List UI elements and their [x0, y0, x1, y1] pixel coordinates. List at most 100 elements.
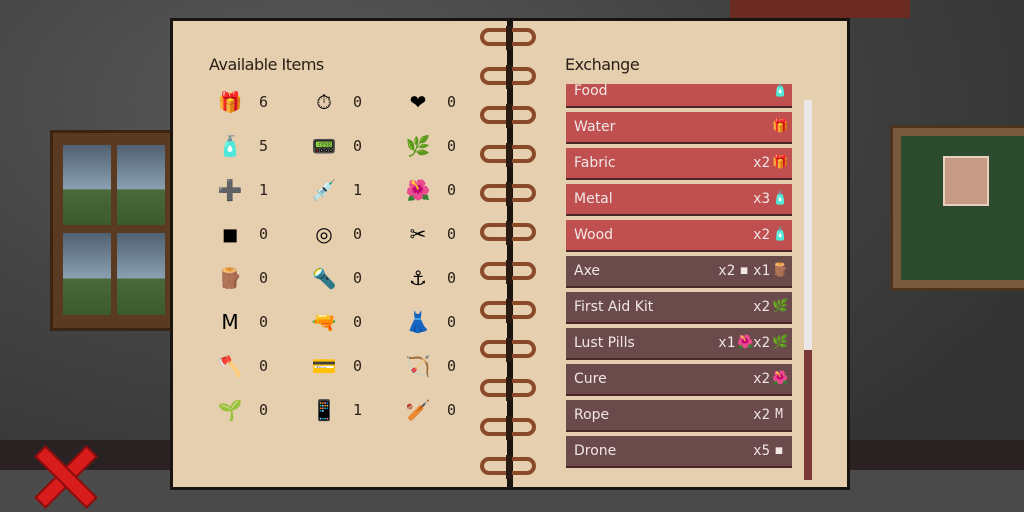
syringe-icon: 💉: [311, 178, 337, 202]
inventory-item[interactable]: M0: [215, 305, 295, 339]
exchange-item-name: Cure: [574, 371, 607, 387]
dress-icon: 👗: [405, 310, 431, 334]
wood-log-icon: 🪵: [772, 263, 789, 278]
exchange-item-name: Axe: [574, 263, 601, 279]
exchange-row-water[interactable]: Water 🎁: [566, 112, 792, 144]
water-bottle-icon: 🧴: [772, 227, 789, 242]
exchange-requirements: 🎁: [772, 119, 788, 135]
exchange-requirements: x2 🎁: [753, 155, 788, 171]
item-count: 0: [259, 269, 269, 287]
inventory-item[interactable]: 💳 0: [309, 349, 389, 383]
exchange-row-food[interactable]: Food 🧴: [566, 84, 792, 108]
item-count: 0: [353, 313, 363, 331]
scrollbar-thumb[interactable]: [804, 100, 812, 350]
requirement-qty: x3: [753, 191, 770, 207]
green-herb-icon: 🌿: [405, 134, 431, 158]
inventory-item[interactable]: 📟 0: [309, 129, 389, 163]
inventory-item[interactable]: 🪓 0: [215, 349, 295, 383]
inventory-page: Available Items 🎁 6 ⏱ 0 ❤ 0 🧴 5 📟 0 🌿 0 ➕ 1 💉 1 🌺 0 ◼ 0 ◎ 0 ✂ 0…: [170, 18, 510, 490]
exchange-heading: Exchange: [565, 55, 640, 74]
bow-icon: 🏹: [405, 354, 431, 378]
requirement-qty: x2: [718, 263, 736, 279]
requirement-qty: x5: [753, 443, 770, 459]
inventory-item[interactable]: 🌿 0: [403, 129, 483, 163]
metal-icon: ◼: [740, 263, 749, 278]
inventory-item[interactable]: 🌺 0: [403, 173, 483, 207]
spiral-ring: [480, 104, 536, 128]
exchange-item-name: Wood: [574, 227, 614, 243]
exchange-row-fabric[interactable]: Fabric x2 🎁: [566, 148, 792, 180]
inventory-item[interactable]: 🔦 0: [309, 261, 389, 295]
item-count: 0: [259, 313, 269, 331]
item-count: 1: [259, 181, 269, 199]
first-aid-kit-icon: ➕: [217, 178, 243, 202]
item-count: 0: [447, 181, 457, 199]
flashlight-icon: 🔦: [311, 266, 337, 290]
inventory-item[interactable]: 🏹 0: [403, 349, 483, 383]
water-bottle-icon: 🧴: [772, 191, 789, 206]
exchange-row-lust-pills[interactable]: Lust Pills x1 🌺 x2 🌿: [566, 328, 792, 360]
inventory-item[interactable]: 👗 0: [403, 305, 483, 339]
inventory-item[interactable]: ◎ 0: [309, 217, 389, 251]
card-icon: 💳: [311, 354, 337, 378]
inventory-item[interactable]: ⏱ 0: [309, 85, 389, 119]
exchange-item-name: Rope: [574, 407, 610, 423]
inventory-item[interactable]: 🪵 0: [215, 261, 295, 295]
green-herb-icon: 🌿: [772, 335, 789, 350]
inventory-item[interactable]: ◼ 0: [215, 217, 295, 251]
inventory-item[interactable]: 🏏 0: [403, 393, 483, 427]
spiral-ring: [480, 182, 536, 206]
axe-icon: 🪓: [217, 354, 243, 378]
inventory-item[interactable]: 📱 1: [309, 393, 389, 427]
close-button[interactable]: [28, 444, 98, 504]
water-bottle-icon: 🧴: [217, 134, 243, 158]
inventory-item[interactable]: ⚓ 0: [403, 261, 483, 295]
spiral-ring: [480, 65, 536, 89]
spiral-ring: [480, 221, 536, 245]
exchange-row-rope[interactable]: Rope x2 M: [566, 400, 792, 432]
exchange-row-axe[interactable]: Axe x2 ◼ x1 🪵: [566, 256, 792, 288]
requirement-qty: x2: [753, 335, 770, 351]
spiral-ring: [480, 416, 536, 440]
notebook-spiral: [478, 18, 542, 490]
exchange-requirements: x2 🧴: [753, 227, 789, 243]
item-count: 0: [447, 313, 457, 331]
inventory-item[interactable]: ❤ 0: [403, 85, 483, 119]
inventory-item[interactable]: ✂ 0: [403, 217, 483, 251]
item-count: 0: [447, 357, 457, 375]
inventory-item[interactable]: 🎁 6: [215, 85, 295, 119]
notebook: Available Items 🎁 6 ⏱ 0 ❤ 0 🧴 5 📟 0 🌿 0 ➕ 1 💉 1 🌺 0 ◼ 0 ◎ 0 ✂ 0…: [170, 18, 850, 490]
requirement-qty: x1: [753, 263, 770, 279]
item-count: 0: [447, 93, 457, 111]
exchange-item-name: Fabric: [574, 155, 616, 171]
exchange-scrollbar[interactable]: [804, 100, 812, 480]
pistol-icon: 🔫: [311, 310, 337, 334]
exchange-row-metal[interactable]: Metal x3 🧴: [566, 184, 792, 216]
item-count: 5: [259, 137, 269, 155]
metal-icon: ◼: [221, 222, 239, 246]
exchange-row-drone[interactable]: Drone x5 ◼: [566, 436, 792, 468]
device-icon: 📟: [311, 134, 337, 158]
inventory-item[interactable]: ➕ 1: [215, 173, 295, 207]
phone-icon: 📱: [311, 398, 337, 422]
item-count: 0: [353, 269, 363, 287]
exchange-requirements: x2 🌿: [753, 299, 789, 315]
item-count: 1: [353, 181, 363, 199]
exchange-requirements: x5 ◼: [753, 443, 786, 459]
exchange-row-cure[interactable]: Cure x2 🌺: [566, 364, 792, 396]
cloth-icon: M: [221, 310, 239, 334]
exchange-list[interactable]: Food 🧴 Water 🎁 Fabric x2 🎁 Metal x3 🧴 Wood x2 🧴 Axe x2…: [566, 84, 814, 488]
inventory-item[interactable]: 🌱 0: [215, 393, 295, 427]
inventory-item[interactable]: 💉 1: [309, 173, 389, 207]
heart-icon: ❤: [409, 90, 427, 114]
exchange-requirements: x2 🌺: [753, 371, 788, 387]
item-count: 0: [353, 137, 363, 155]
inventory-item[interactable]: 🧴 5: [215, 129, 295, 163]
exchange-row-wood[interactable]: Wood x2 🧴: [566, 220, 792, 252]
red-herb-icon: 🌺: [737, 335, 754, 350]
exchange-row-first-aid-kit[interactable]: First Aid Kit x2 🌿: [566, 292, 792, 324]
green-herb-icon: 🌿: [772, 299, 789, 314]
requirement-qty: x2: [753, 371, 770, 387]
item-count: 1: [353, 401, 363, 419]
inventory-item[interactable]: 🔫 0: [309, 305, 389, 339]
